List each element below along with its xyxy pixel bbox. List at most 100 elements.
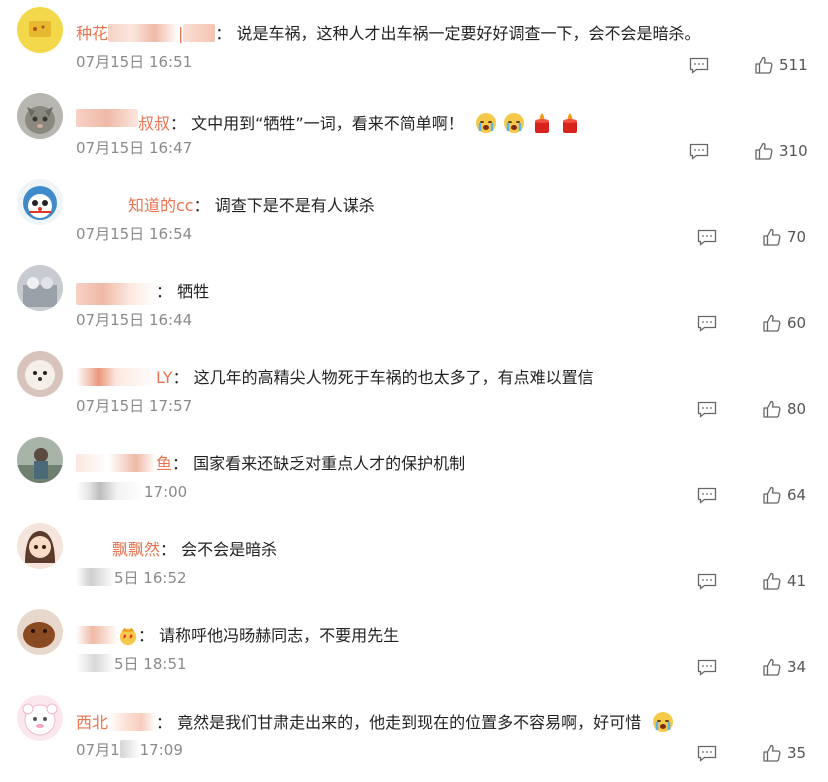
like-button[interactable]: 310	[754, 141, 808, 161]
comment-item: 叔叔： 文中用到“牺牲”一词，看来不简单啊！ 07月15日 16:47 310	[0, 86, 828, 172]
like-button[interactable]: 511	[754, 55, 808, 75]
crown-heart-eyes-icon	[119, 627, 137, 646]
like-count: 511	[779, 56, 808, 74]
username-blur	[76, 454, 156, 472]
crying-face-icon	[475, 113, 496, 133]
comment-item: 飘飘然： 会不会是暗杀 5日 16:52 41	[0, 516, 828, 602]
thumbs-up-icon	[755, 56, 773, 74]
reply-icon[interactable]	[697, 487, 717, 504]
time-visible: 17:09	[139, 741, 183, 759]
like-count: 35	[787, 744, 807, 762]
avatar[interactable]	[17, 93, 63, 139]
like-count: 64	[787, 486, 807, 504]
time-blur	[76, 568, 114, 586]
comment-text: 竟然是我们甘肃走出来的，他走到现在的位置多不容易啊，好可惜	[177, 713, 642, 732]
crying-face-icon	[503, 113, 524, 133]
comment-item: ： 牺牲 07月15日 16:44 60	[0, 258, 828, 344]
comment-text: 调查下是不是有人谋杀	[214, 196, 375, 215]
avatar[interactable]	[17, 179, 63, 225]
avatar[interactable]	[17, 609, 63, 655]
thumbs-up-icon	[755, 142, 773, 160]
like-count: 310	[779, 142, 808, 160]
comment-text: 会不会是暗杀	[181, 540, 278, 559]
username[interactable]: 飘飘然	[112, 540, 160, 559]
comment-time: 07月15日 17:57	[76, 397, 193, 415]
reply-icon[interactable]	[689, 57, 709, 74]
avatar[interactable]	[17, 695, 63, 741]
time-blur	[119, 740, 140, 758]
comment-time: 07月15日 16:47	[76, 139, 193, 157]
colon: ：	[156, 282, 178, 301]
comment-time: 07月15日 16:51	[76, 53, 193, 71]
comment-time: 07月15日 16:54	[76, 225, 193, 243]
like-button[interactable]: 34	[762, 657, 806, 677]
like-button[interactable]: 64	[762, 485, 806, 505]
time-visible: 5日 16:52	[114, 569, 187, 587]
comment-item: LY： 这几年的高精尖人物死于车祸的也太多了，有点难以置信 07月15日 17:…	[0, 344, 828, 430]
colon: ：	[170, 114, 192, 133]
reply-icon[interactable]	[697, 229, 717, 246]
colon: ：	[138, 626, 160, 645]
avatar[interactable]	[17, 351, 63, 397]
candle-icon	[534, 113, 549, 133]
comment-time: 07月15日 16:44	[76, 311, 193, 329]
thumbs-up-icon	[763, 228, 781, 246]
username[interactable]: 西北	[76, 713, 108, 732]
username-blur	[76, 368, 156, 386]
username[interactable]: 知道的cc	[128, 196, 194, 215]
like-count: 34	[787, 658, 807, 676]
colon: ：	[160, 540, 182, 559]
avatar[interactable]	[17, 523, 63, 569]
like-button[interactable]: 60	[762, 313, 806, 333]
comment-text: 说是车祸，这种人才出车祸一定要好好调查一下，会不会是暗杀。	[236, 24, 701, 43]
like-button[interactable]: 41	[762, 571, 806, 591]
username[interactable]: LY	[156, 368, 173, 387]
like-count: 80	[787, 400, 807, 418]
like-count: 41	[787, 572, 807, 590]
like-count: 70	[787, 228, 807, 246]
avatar[interactable]	[17, 7, 63, 53]
like-button[interactable]: 35	[762, 743, 806, 763]
username-blur	[76, 196, 128, 214]
comment-text: 国家看来还缺乏对重点人才的保护机制	[193, 454, 466, 473]
username-blur	[108, 713, 157, 731]
comment-item: ： 请称呼他冯旸赫同志，不要用先生 5日 18:51 34	[0, 602, 828, 688]
comment-item: 种花 |： 说是车祸，这种人才出车祸一定要好好调查一下，会不会是暗杀。 07月15…	[0, 0, 828, 86]
username[interactable]: 叔叔	[138, 114, 170, 133]
username-blur	[76, 626, 118, 644]
candle-icon	[562, 113, 577, 133]
like-button[interactable]: 80	[762, 399, 806, 419]
username[interactable]: 种花	[76, 24, 108, 43]
reply-icon[interactable]	[697, 573, 717, 590]
like-count: 60	[787, 314, 807, 332]
comment-time: 5日 18:51	[76, 654, 187, 674]
colon: ：	[193, 196, 215, 215]
thumbs-up-icon	[763, 314, 781, 332]
username-blur	[76, 283, 156, 305]
comment-item: 西北 ： 竟然是我们甘肃走出来的，他走到现在的位置多不容易啊，好可惜 07月1 17…	[0, 688, 828, 774]
time-visible: 17:00	[144, 483, 188, 501]
reply-icon[interactable]	[697, 315, 717, 332]
like-button[interactable]: 70	[762, 227, 806, 247]
username[interactable]: 鱼	[156, 454, 172, 473]
thumbs-up-icon	[763, 744, 781, 762]
comment-item: 鱼： 国家看来还缺乏对重点人才的保护机制 17:00 64	[0, 430, 828, 516]
avatar[interactable]	[17, 265, 63, 311]
comment-item: 知道的cc： 调查下是不是有人谋杀 07月15日 16:54 70	[0, 172, 828, 258]
colon: ：	[172, 454, 194, 473]
comment-time: 5日 16:52	[76, 568, 187, 588]
reply-icon[interactable]	[689, 143, 709, 160]
thumbs-up-icon	[763, 572, 781, 590]
avatar[interactable]	[17, 437, 63, 483]
thumbs-up-icon	[763, 400, 781, 418]
comment-time: 17:00	[76, 482, 187, 502]
time-visible: 07月1	[76, 741, 120, 759]
reply-icon[interactable]	[697, 745, 717, 762]
time-blur	[76, 482, 144, 500]
reply-icon[interactable]	[697, 659, 717, 676]
crying-face-icon	[653, 712, 674, 732]
thumbs-up-icon	[763, 486, 781, 504]
comment-text: 牺牲	[177, 282, 210, 301]
colon: ：	[156, 713, 178, 732]
reply-icon[interactable]	[697, 401, 717, 418]
